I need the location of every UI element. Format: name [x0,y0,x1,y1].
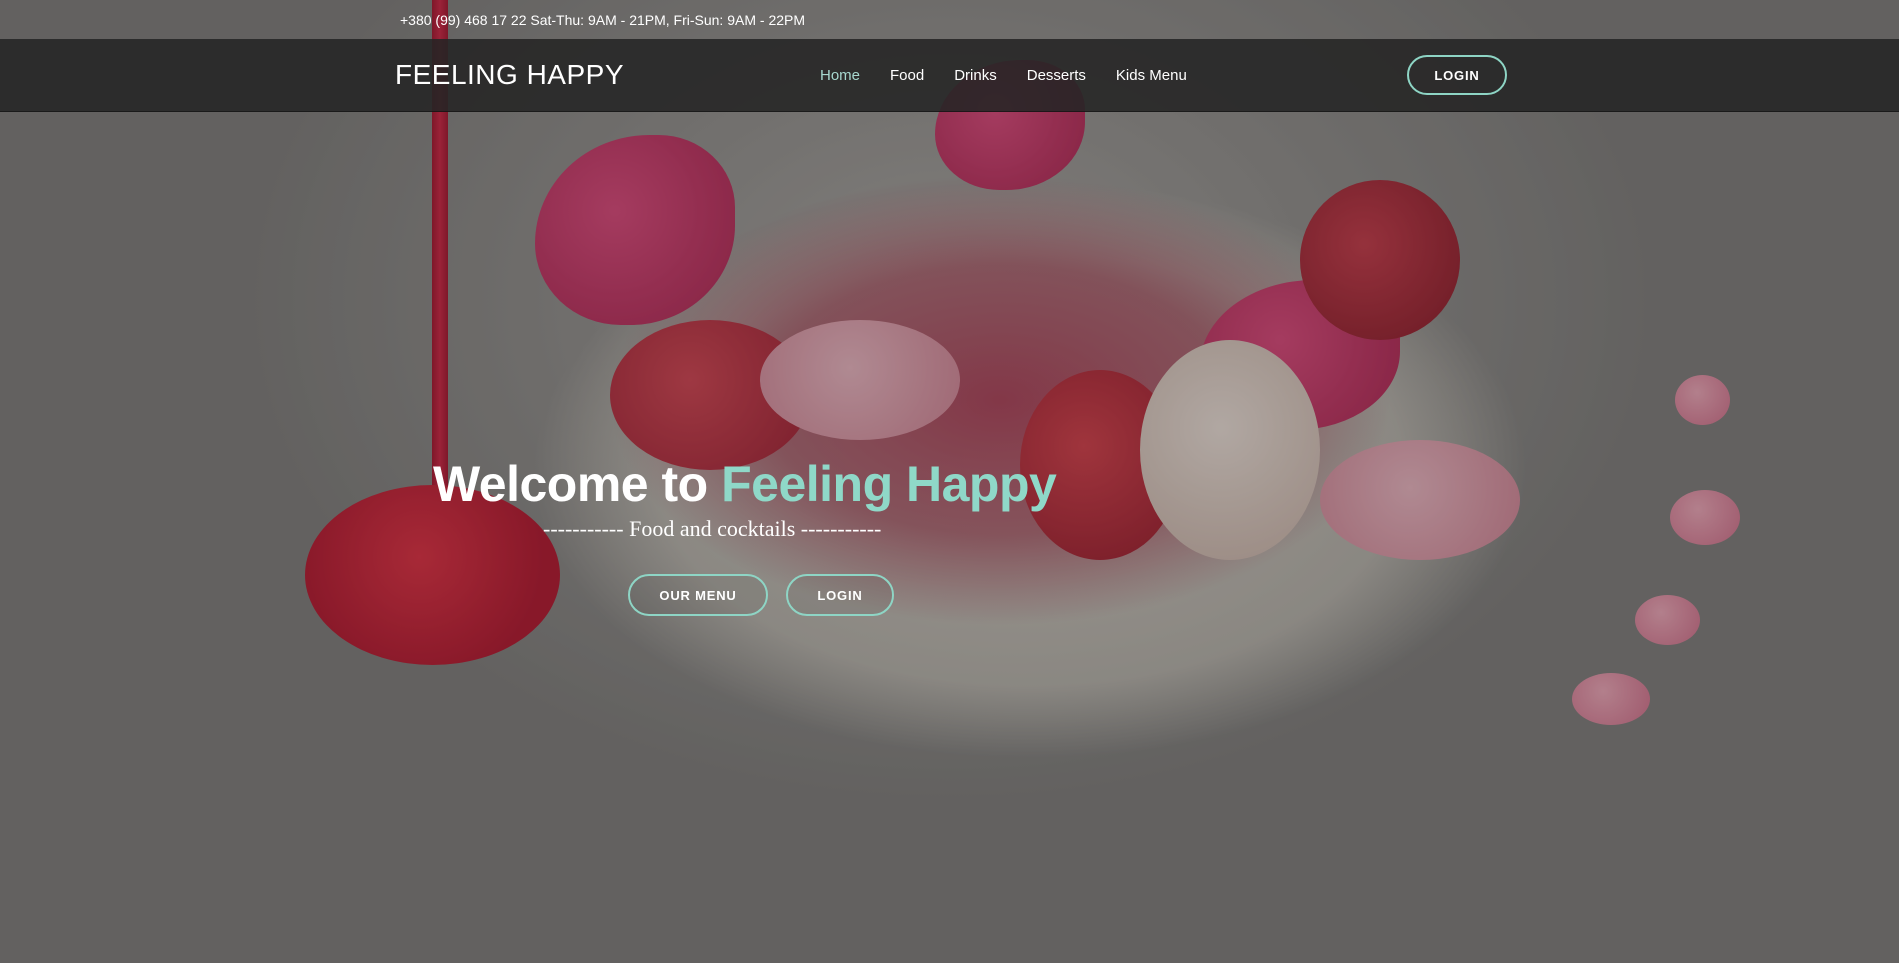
nav-link-home[interactable]: Home [820,67,860,84]
page: +380 (99) 468 17 22 Sat-Thu: 9AM - 21PM,… [0,0,1899,963]
nav-links: Home Food Drinks Desserts Kids Menu [820,39,1217,111]
hero-subtitle: ----------- Food and cocktails ---------… [543,516,882,541]
nav-link-desserts[interactable]: Desserts [1027,67,1086,84]
nav-link-food[interactable]: Food [890,67,924,84]
navbar-login-button[interactable]: LOGIN [1407,55,1507,95]
hero-title: Welcome to Feeling Happy [433,455,1057,513]
nav-link-kids-menu[interactable]: Kids Menu [1116,67,1187,84]
brand-logo[interactable]: FEELING HAPPY [395,39,624,111]
nav-link-drinks[interactable]: Drinks [954,67,997,84]
hero-title-accent: Feeling Happy [721,456,1057,512]
our-menu-button[interactable]: OUR MENU [628,574,768,616]
top-info-bar: +380 (99) 468 17 22 Sat-Thu: 9AM - 21PM,… [0,0,1899,39]
hero-title-prefix: Welcome to [433,456,722,512]
contact-hours-text: +380 (99) 468 17 22 Sat-Thu: 9AM - 21PM,… [400,12,806,28]
hero-login-button[interactable]: LOGIN [786,574,894,616]
navbar: FEELING HAPPY Home Food Drinks Desserts … [0,39,1899,112]
